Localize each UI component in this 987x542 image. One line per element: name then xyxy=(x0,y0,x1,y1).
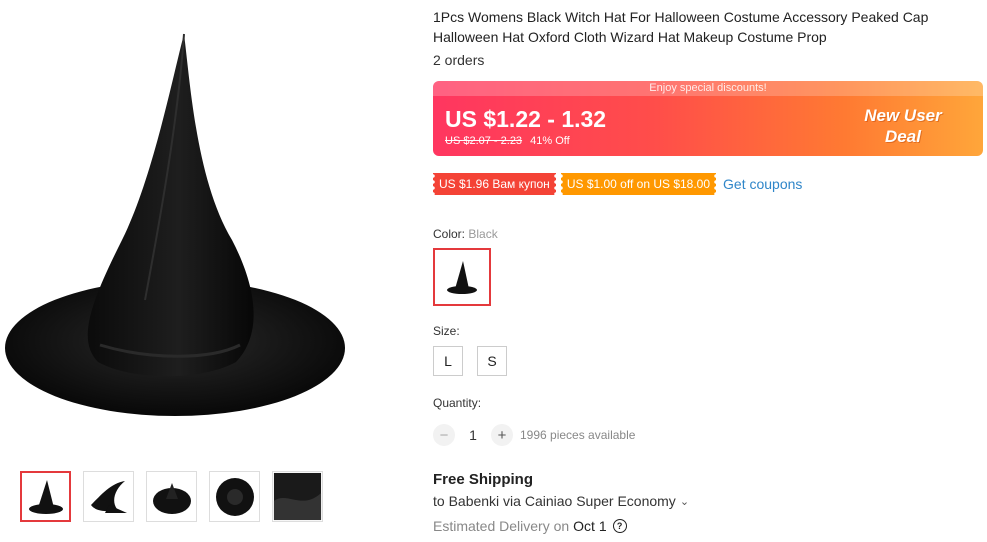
estimated-delivery: Estimated Delivery on Oct 1 ? xyxy=(433,518,627,534)
deal-text: Deal xyxy=(885,127,921,146)
new-user-text: New User xyxy=(864,106,942,125)
quantity-label: Quantity: xyxy=(433,396,482,410)
main-product-image[interactable] xyxy=(0,0,360,455)
quantity-plus-button[interactable]: + xyxy=(491,424,513,446)
orders-count: 2 orders xyxy=(433,52,485,68)
bent-witch-hat-thumbnail-icon xyxy=(90,480,127,513)
help-icon[interactable]: ? xyxy=(612,519,627,533)
shipping-details-text: to Babenki via Cainiao Super Economy xyxy=(433,493,676,509)
color-label: Color: xyxy=(433,227,466,241)
witch-hat-image xyxy=(5,33,345,416)
color-label-row: Color: Black xyxy=(433,227,498,241)
thumbnail-4[interactable] xyxy=(209,471,260,522)
price-banner: Enjoy special discounts! US $1.22 - 1.32… xyxy=(433,81,983,156)
discount-percent: 41% Off xyxy=(530,135,570,147)
size-label: Size: xyxy=(433,324,460,338)
hat-fabric-closeup-thumbnail-icon xyxy=(273,472,322,521)
coupons-row: US $1.96 Вам купон US $1.00 off on US $1… xyxy=(433,173,802,195)
thumbnail-2[interactable] xyxy=(83,471,134,522)
hat-brim-top-view-thumbnail-icon xyxy=(215,477,254,516)
pieces-available: 1996 pieces available xyxy=(520,428,636,442)
free-shipping-title: Free Shipping xyxy=(433,471,534,488)
size-option-l[interactable]: L xyxy=(433,346,463,376)
quantity-stepper: − 1 + 1996 pieces available xyxy=(433,424,635,446)
new-user-deal-badge: New User Deal xyxy=(853,105,953,147)
discount-banner-text: Enjoy special discounts! xyxy=(433,81,983,96)
quantity-value[interactable]: 1 xyxy=(455,427,491,443)
thumbnail-strip xyxy=(20,471,323,522)
coupon-badge-2[interactable]: US $1.00 off on US $18.00 xyxy=(560,173,717,195)
size-option-s[interactable]: S xyxy=(477,346,507,376)
witch-hat-thumbnail-icon xyxy=(28,479,63,514)
product-title: 1Pcs Womens Black Witch Hat For Hallowee… xyxy=(433,9,929,45)
quantity-minus-button[interactable]: − xyxy=(433,424,455,446)
hat-top-view-thumbnail-icon xyxy=(152,482,191,514)
selected-color: Black xyxy=(468,227,498,241)
coupon-badge-1[interactable]: US $1.96 Вам купон xyxy=(433,173,556,195)
chevron-down-icon: ⌄ xyxy=(679,495,690,508)
delivery-label: Estimated Delivery on xyxy=(433,518,570,534)
original-price: US $2.07 - 2.23 xyxy=(445,135,523,147)
thumbnail-3[interactable] xyxy=(146,471,197,522)
shipping-details[interactable]: to Babenki via Cainiao Super Economy ⌄ xyxy=(433,493,689,509)
delivery-date: Oct 1 xyxy=(573,518,607,534)
color-swatch-black[interactable] xyxy=(433,248,491,306)
get-coupons-link[interactable]: Get coupons xyxy=(723,176,802,192)
current-price: US $1.22 - 1.32 xyxy=(445,106,607,132)
thumbnail-1[interactable] xyxy=(20,471,71,522)
original-price-row: US $2.07 - 2.23 41% Off xyxy=(445,135,570,147)
witch-hat-swatch-icon xyxy=(447,261,477,294)
thumbnail-5[interactable] xyxy=(272,471,323,522)
